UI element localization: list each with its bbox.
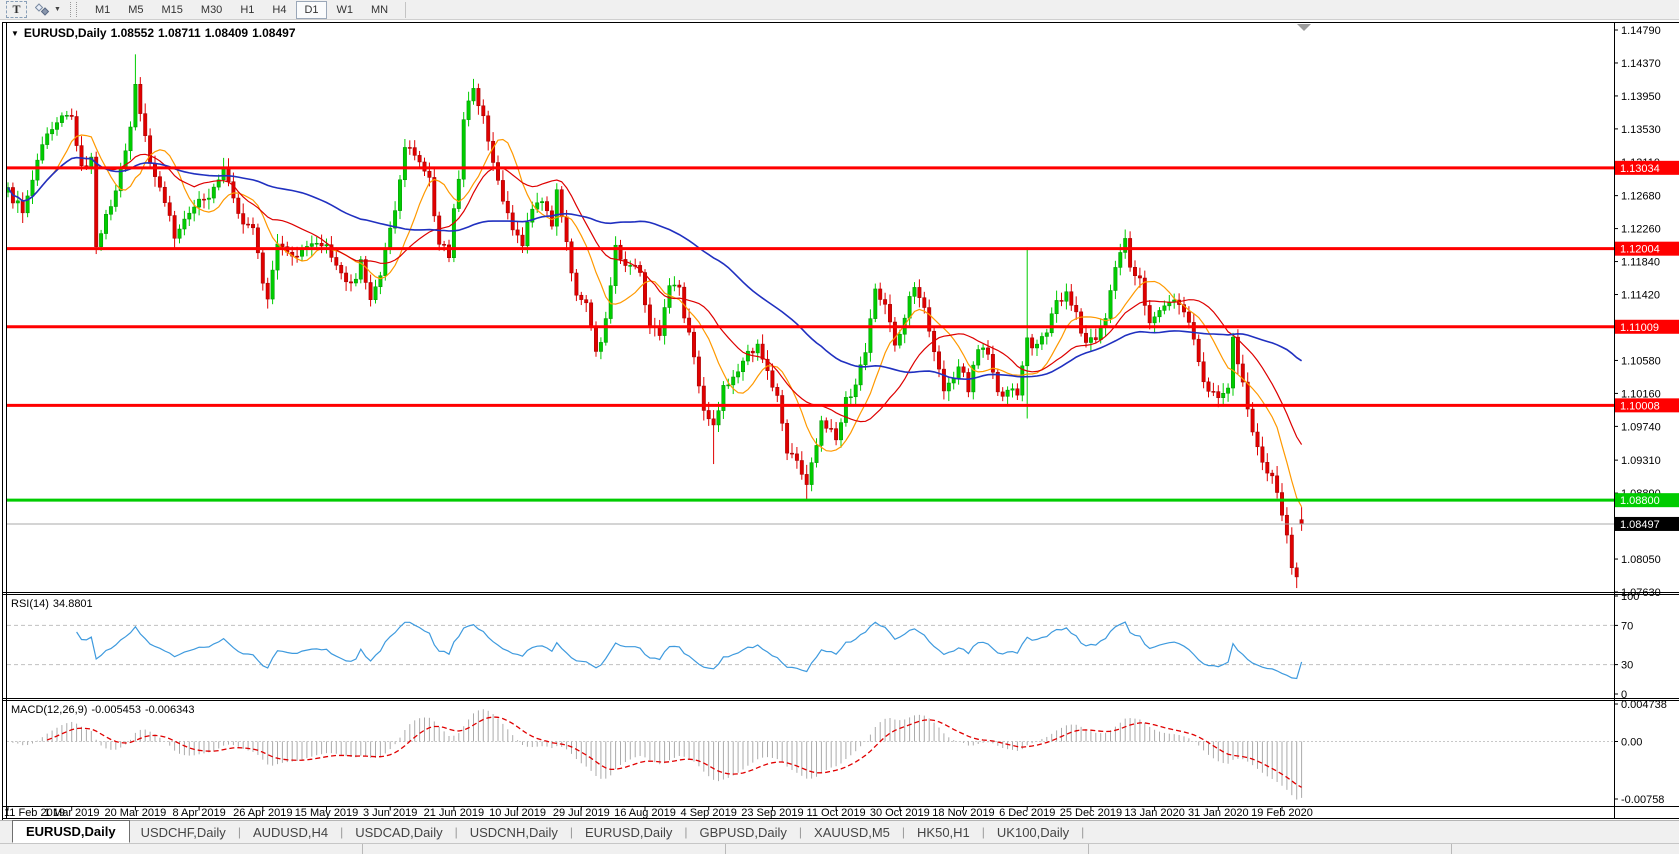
price-tick: 1.13950 — [1621, 91, 1661, 103]
quote-close: 1.08497 — [252, 26, 295, 40]
price-label: 1.08497 — [1620, 519, 1660, 531]
price-label: 1.10008 — [1620, 400, 1660, 412]
tab-gbpusd-daily[interactable]: GBPUSD,Daily — [689, 823, 798, 842]
date-tick: 23 Sep 2019 — [741, 807, 803, 819]
rsi-pane-label: RSI(14) 34.8801 — [11, 598, 97, 610]
date-tick: 25 Dec 2019 — [1060, 807, 1122, 819]
collapse-triangle-icon[interactable]: ▼ — [11, 29, 19, 38]
chart-symbol-label: EURUSD,Daily — [24, 26, 107, 40]
rsi-axis-tick: 30 — [1621, 660, 1633, 672]
quote-open: 1.08552 — [111, 26, 154, 40]
rsi-axis-tick: 70 — [1621, 620, 1633, 632]
date-tick: 19 Feb 2020 — [1251, 807, 1313, 819]
price-label: 1.12004 — [1620, 244, 1660, 256]
quote-high: 1.08711 — [158, 26, 201, 40]
tab-eurusd-daily[interactable]: EURUSD,Daily — [12, 820, 130, 843]
date-tick: 6 Dec 2019 — [999, 807, 1055, 819]
date-tick: 3 Jun 2019 — [363, 807, 417, 819]
macd-axis-tick: -0.00758 — [1621, 794, 1664, 806]
quote-low: 1.08409 — [205, 26, 248, 40]
price-tick: 1.14370 — [1621, 58, 1661, 70]
price-label: 1.11009 — [1620, 322, 1659, 334]
macd-name: MACD(12,26,9) — [11, 704, 87, 716]
price-tick: 1.12260 — [1621, 224, 1661, 236]
date-tick: 10 Jul 2019 — [489, 807, 546, 819]
macd-pane-label: MACD(12,26,9) -0.005453 -0.006343 — [11, 704, 199, 716]
macd-axis-tick: 0.004738 — [1621, 699, 1667, 711]
macd-axis-tick: 0.00 — [1621, 737, 1642, 749]
price-tick: 1.11420 — [1621, 290, 1660, 302]
date-tick: 18 Nov 2019 — [932, 807, 994, 819]
tab-separator: | — [1080, 825, 1085, 839]
price-tick: 1.13530 — [1621, 124, 1661, 136]
date-tick: 4 Sep 2019 — [681, 807, 737, 819]
date-tick: 31 Jan 2020 — [1188, 807, 1249, 819]
price-label: 1.13034 — [1620, 163, 1660, 175]
date-tick: 29 Jul 2019 — [553, 807, 610, 819]
tab-usdchf-daily[interactable]: USDCHF,Daily — [130, 823, 237, 842]
rsi-axis-tick: 100 — [1621, 591, 1639, 603]
rsi-name: RSI(14) — [11, 598, 49, 610]
tab-usdcnh-daily[interactable]: USDCNH,Daily — [459, 823, 569, 842]
chart-canvas[interactable]: 1.147901.143701.139501.135301.131101.126… — [0, 0, 1679, 853]
date-tick: 1 Mar 2019 — [44, 807, 100, 819]
price-tick: 1.08050 — [1621, 554, 1661, 566]
bottom-scroll-strip[interactable] — [0, 843, 1679, 854]
price-tick: 1.14790 — [1621, 25, 1661, 37]
tab-hk50-h1[interactable]: HK50,H1 — [906, 823, 981, 842]
date-tick: 11 Oct 2019 — [807, 807, 866, 819]
price-tick: 1.12680 — [1621, 191, 1661, 203]
price-tick: 1.09310 — [1621, 455, 1661, 467]
rsi-value: 34.8801 — [53, 598, 93, 610]
tab-audusd-h4[interactable]: AUDUSD,H4 — [242, 823, 339, 842]
date-tick: 16 Aug 2019 — [614, 807, 676, 819]
macd-signal-value: -0.006343 — [145, 704, 195, 716]
macd-main-value: -0.005453 — [91, 704, 141, 716]
date-tick: 13 Jan 2020 — [1124, 807, 1185, 819]
tab-xauusd-m5[interactable]: XAUUSD,M5 — [803, 823, 901, 842]
price-tick: 1.09740 — [1621, 421, 1661, 433]
date-tick: 20 Mar 2019 — [105, 807, 167, 819]
date-tick: 15 May 2019 — [295, 807, 359, 819]
date-tick: 30 Oct 2019 — [870, 807, 930, 819]
date-tick: 8 Apr 2019 — [172, 807, 225, 819]
price-tick: 1.11840 — [1621, 257, 1660, 269]
tab-uk100-daily[interactable]: UK100,Daily — [986, 823, 1080, 842]
date-tick: 21 Jun 2019 — [424, 807, 485, 819]
chart-tab-bar: EURUSD,DailyUSDCHF,Daily|AUDUSD,H4|USDCA… — [0, 820, 1679, 843]
price-label: 1.08800 — [1620, 495, 1660, 507]
chart-title-bar: ▼ EURUSD,Daily 1.08552 1.08711 1.08409 1.0849… — [11, 26, 300, 40]
price-tick: 1.10580 — [1621, 355, 1661, 367]
date-tick: 26 Apr 2019 — [233, 807, 292, 819]
tab-usdcad-daily[interactable]: USDCAD,Daily — [344, 823, 453, 842]
mt4-terminal: T ▼ M1M5M15M30H1H4D1W1MN 1.147901.143701… — [0, 0, 1679, 853]
tab-eurusd-daily[interactable]: EURUSD,Daily — [574, 823, 683, 842]
